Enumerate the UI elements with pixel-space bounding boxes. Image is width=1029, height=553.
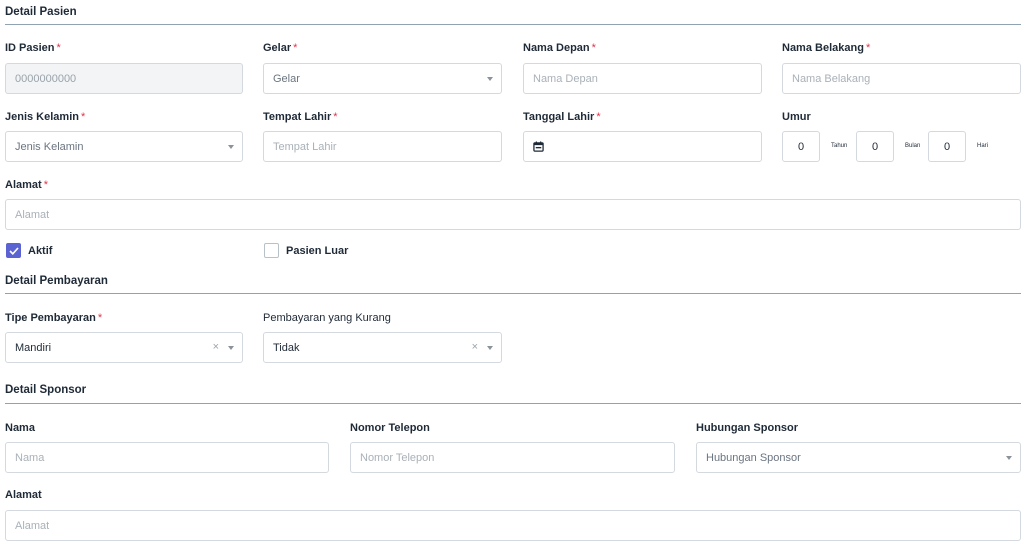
calendar-icon[interactable]	[533, 141, 544, 152]
jenis-kelamin-select[interactable]: Jenis Kelamin	[5, 131, 243, 162]
section-title-patient: Detail Pasien	[5, 6, 77, 18]
jenis-kelamin-label: Jenis Kelamin *	[5, 111, 86, 123]
chevron-down-icon	[228, 145, 234, 149]
id-pasien-label: ID Pasien *	[5, 42, 61, 54]
pasien-luar-checkbox[interactable]	[264, 243, 279, 258]
pasien-luar-label: Pasien Luar	[286, 245, 349, 257]
chevron-down-icon	[487, 346, 493, 350]
sponsor-telepon-input[interactable]: Nomor Telepon	[350, 442, 675, 473]
sponsor-alamat-input[interactable]: Alamat	[5, 510, 1021, 541]
tipe-pembayaran-label: Tipe Pembayaran *	[5, 312, 103, 324]
sponsor-nama-input[interactable]: Nama	[5, 442, 329, 473]
sponsor-alamat-label: Alamat	[5, 489, 42, 501]
tempat-lahir-label: Tempat Lahir *	[263, 111, 338, 123]
umur-tahun-unit: Tahun	[831, 143, 848, 149]
chevron-down-icon	[487, 77, 493, 81]
check-icon	[8, 246, 19, 255]
section-divider	[5, 24, 1021, 25]
id-pasien-input[interactable]: 0000000000	[5, 63, 243, 94]
nama-depan-input[interactable]: Nama Depan	[523, 63, 762, 94]
umur-label: Umur	[782, 111, 811, 123]
section-title-sponsor: Detail Sponsor	[5, 384, 87, 396]
pembayaran-kurang-select[interactable]: Tidak ×	[263, 332, 502, 363]
aktif-label: Aktif	[28, 245, 53, 257]
tipe-pembayaran-select[interactable]: Mandiri ×	[5, 332, 243, 363]
umur-bulan-input[interactable]: 0	[856, 131, 894, 162]
gelar-label: Gelar *	[263, 42, 298, 54]
tempat-lahir-input[interactable]: Tempat Lahir	[263, 131, 502, 162]
sponsor-hubungan-label: Hubungan Sponsor	[696, 422, 799, 434]
close-icon[interactable]: ×	[213, 341, 219, 353]
umur-bulan-unit: Bulan	[905, 143, 921, 149]
close-icon[interactable]: ×	[472, 341, 478, 353]
pembayaran-kurang-label: Pembayaran yang Kurang	[263, 312, 391, 324]
alamat-input[interactable]: Alamat	[5, 199, 1021, 230]
sponsor-telepon-label: Nomor Telepon	[350, 422, 430, 434]
nama-belakang-input[interactable]: Nama Belakang	[782, 63, 1021, 94]
sponsor-hubungan-select[interactable]: Hubungan Sponsor	[696, 442, 1021, 473]
aktif-checkbox[interactable]	[6, 243, 21, 258]
umur-hari-input[interactable]: 0	[928, 131, 966, 162]
section-divider	[5, 293, 1021, 294]
tanggal-lahir-label: Tanggal Lahir *	[523, 111, 601, 123]
tanggal-lahir-input[interactable]	[523, 131, 762, 162]
gelar-select[interactable]: Gelar	[263, 63, 502, 94]
chevron-down-icon	[1006, 456, 1012, 460]
nama-depan-label: Nama Depan *	[523, 42, 596, 54]
chevron-down-icon	[228, 346, 234, 350]
nama-belakang-label: Nama Belakang *	[782, 42, 871, 54]
section-title-payment: Detail Pembayaran	[5, 275, 108, 287]
umur-tahun-input[interactable]: 0	[782, 131, 820, 162]
umur-hari-unit: Hari	[977, 143, 989, 149]
section-divider	[5, 403, 1021, 404]
sponsor-nama-label: Nama	[5, 422, 35, 434]
alamat-label: Alamat *	[5, 179, 48, 191]
